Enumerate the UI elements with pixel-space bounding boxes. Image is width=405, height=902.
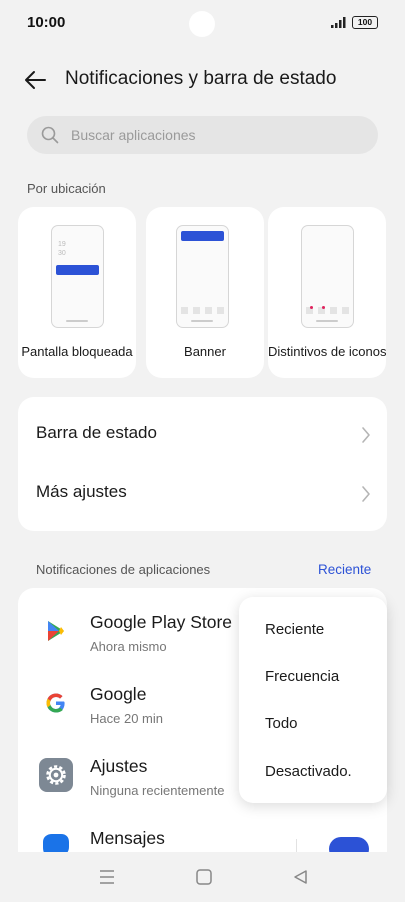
navigation-bar	[0, 852, 405, 902]
status-time: 10:00	[27, 14, 66, 31]
preview-clock: 19 30	[58, 241, 66, 257]
sort-option-frequency[interactable]: Frecuencia	[265, 668, 339, 685]
preview-banner	[181, 231, 224, 241]
sort-dropdown-button[interactable]: Reciente	[318, 562, 371, 577]
status-bar: 10:00 100	[0, 0, 405, 46]
search-bar[interactable]	[27, 116, 378, 154]
search-input[interactable]	[71, 116, 361, 154]
sort-option-disabled[interactable]: Desactivado.	[265, 763, 352, 780]
app-name: Mensajes	[90, 828, 165, 848]
front-camera	[189, 11, 215, 37]
preview-dock	[181, 307, 224, 314]
preview-homebar	[191, 320, 213, 322]
app-name: Google Play Store	[90, 612, 233, 632]
chevron-right-icon	[362, 486, 370, 502]
menu-icon[interactable]	[97, 868, 117, 886]
more-settings[interactable]: Más ajustes	[18, 465, 387, 523]
signal-icon	[331, 17, 346, 28]
google-icon	[46, 693, 65, 713]
app-subtitle: Ahora mismo	[90, 639, 167, 654]
app-name: Google	[90, 684, 147, 704]
header: Notificaciones y barra de estado	[0, 62, 405, 98]
preview-dock	[306, 306, 349, 314]
location-card-label: Distintivos de iconos	[268, 344, 386, 359]
preview-notification	[56, 265, 99, 275]
page-title: Notificaciones y barra de estado	[65, 68, 337, 89]
sort-option-all[interactable]: Todo	[265, 715, 298, 732]
chevron-right-icon	[362, 427, 370, 443]
app-subtitle: Hace 20 min	[90, 711, 163, 726]
settings-gear-icon	[39, 758, 73, 792]
location-card-banner[interactable]: Banner	[146, 207, 264, 378]
google-play-icon	[48, 621, 64, 641]
search-icon	[41, 126, 59, 144]
app-subtitle: Ninguna recientemente	[90, 783, 225, 798]
setting-label: Más ajustes	[36, 482, 127, 501]
app-name: Ajustes	[90, 756, 148, 776]
back-arrow-icon[interactable]	[22, 67, 50, 93]
lock-screen-preview: 19 30	[51, 225, 104, 328]
sort-option-recent[interactable]: Reciente	[265, 621, 324, 638]
back-icon[interactable]	[291, 868, 311, 886]
app-notifications-label: Notificaciones de aplicaciones	[36, 562, 211, 577]
battery-icon: 100	[352, 16, 378, 29]
location-card-badges[interactable]: Distintivos de iconos	[268, 207, 386, 378]
settings-card: Barra de estado Más ajustes	[18, 397, 387, 531]
status-bar-setting[interactable]: Barra de estado	[18, 406, 387, 464]
sort-dropdown-menu: Reciente Frecuencia Todo Desactivado.	[239, 597, 387, 803]
location-card-label: Banner	[184, 344, 226, 359]
badges-preview	[301, 225, 354, 328]
location-section-label: Por ubicación	[27, 181, 106, 196]
location-card-lock-screen[interactable]: 19 30 Pantalla bloqueada	[18, 207, 136, 378]
battery-level: 100	[357, 17, 373, 27]
location-card-label: Pantalla bloqueada	[21, 344, 133, 359]
home-icon[interactable]	[194, 868, 214, 886]
banner-preview	[176, 225, 229, 328]
preview-homebar	[316, 320, 338, 322]
preview-homebar	[66, 320, 88, 322]
setting-label: Barra de estado	[36, 423, 157, 442]
